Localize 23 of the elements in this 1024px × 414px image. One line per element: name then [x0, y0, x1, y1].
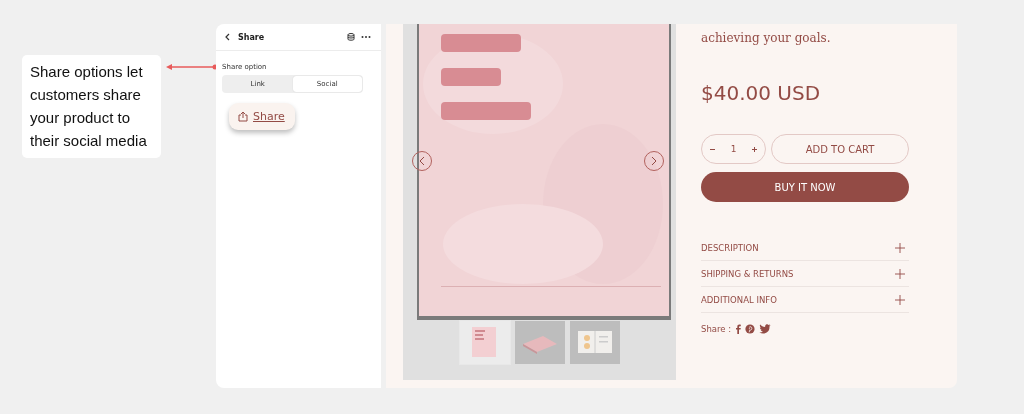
thumbnail[interactable]: [514, 321, 565, 364]
thumbnail[interactable]: [459, 321, 510, 364]
accordion-row[interactable]: ADDITIONAL INFO: [701, 287, 909, 313]
leader-line: [166, 61, 218, 73]
callout-text: Share options let customers share your product to their social media: [22, 55, 161, 158]
accordion-row[interactable]: SHIPPING & RETURNS: [701, 261, 909, 287]
panel-title: Share: [238, 32, 266, 42]
thumbnail[interactable]: [569, 321, 620, 364]
facebook-icon[interactable]: [735, 324, 742, 334]
twitter-icon[interactable]: [759, 324, 772, 334]
accordion-row[interactable]: DESCRIPTION: [701, 235, 909, 261]
share-icon: [238, 111, 248, 122]
plus-icon[interactable]: [750, 145, 758, 153]
description-text: achieving your goals.: [701, 31, 832, 45]
buy-now-button[interactable]: BUY IT NOW: [701, 172, 909, 202]
pinterest-icon[interactable]: [745, 324, 756, 334]
share-button[interactable]: Share: [229, 103, 295, 130]
database-icon[interactable]: [347, 33, 355, 41]
price: $40.00 USD: [701, 81, 822, 105]
back-icon[interactable]: [224, 33, 232, 41]
quantity-value: 1: [730, 144, 737, 154]
share-label: Share :: [701, 324, 732, 334]
more-icon[interactable]: [361, 35, 371, 39]
